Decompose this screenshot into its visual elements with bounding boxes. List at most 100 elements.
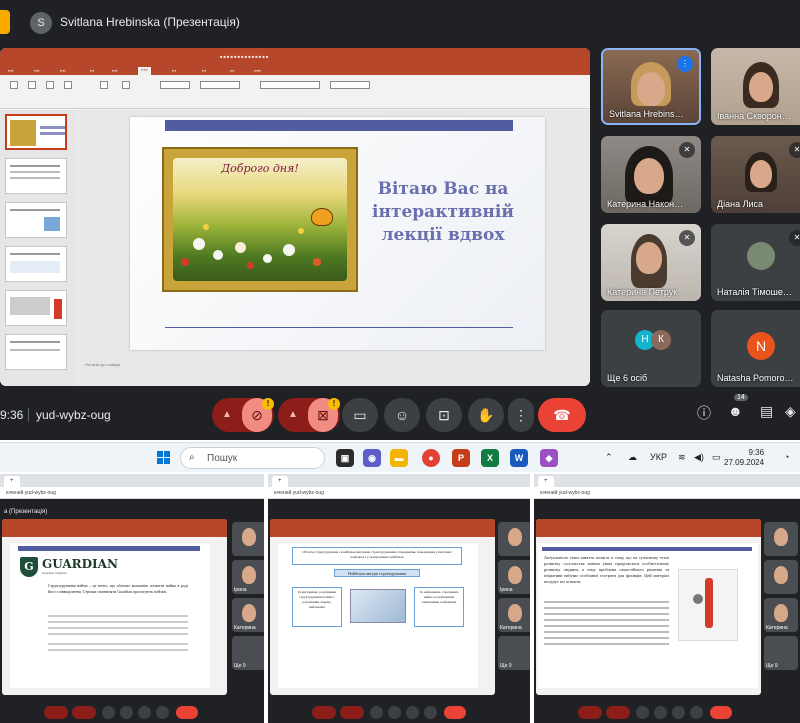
excel-icon[interactable]: X: [481, 449, 499, 467]
new-tab-button[interactable]: +: [4, 476, 20, 487]
present-button[interactable]: ⊡: [426, 398, 462, 432]
chrome-icon[interactable]: ●: [422, 449, 440, 467]
camera-toggle[interactable]: [606, 706, 630, 719]
reactions-button[interactable]: [388, 706, 401, 719]
new-tab-button[interactable]: +: [538, 476, 554, 487]
chevron-up-icon[interactable]: ⌃: [605, 452, 613, 463]
leave-call-button[interactable]: [710, 706, 732, 719]
mic-toggle[interactable]: [578, 706, 602, 719]
slide-thumbnail[interactable]: [5, 114, 67, 150]
taskbar-search[interactable]: ⌕ Пошук: [180, 447, 325, 469]
mic-toggle[interactable]: [312, 706, 336, 719]
more-options-button[interactable]: ⋮: [508, 398, 534, 432]
chat-icon[interactable]: ▤: [760, 403, 773, 420]
ribbon-dropdown[interactable]: [330, 81, 370, 89]
meet-side-handle[interactable]: [0, 10, 10, 34]
reactions-button[interactable]: [654, 706, 667, 719]
reactions-button[interactable]: [120, 706, 133, 719]
participant-tile[interactable]: [498, 522, 530, 556]
more-participants-tile[interactable]: Н К Ще 6 осіб: [601, 310, 701, 387]
ribbon-icon[interactable]: [100, 81, 108, 89]
present-button[interactable]: [406, 706, 419, 719]
captions-button[interactable]: [102, 706, 115, 719]
captions-button[interactable]: [636, 706, 649, 719]
people-button[interactable]: ☻ 14: [728, 394, 748, 419]
camera-toggle[interactable]: [72, 706, 96, 719]
ribbon-icon[interactable]: [122, 81, 130, 89]
participant-tile[interactable]: ✕ Катерина Након…: [601, 136, 701, 213]
present-button[interactable]: [672, 706, 685, 719]
onedrive-icon[interactable]: ☁: [628, 452, 637, 463]
activities-icon[interactable]: ◈: [785, 403, 796, 420]
notification-app-icon[interactable]: ◆: [540, 449, 558, 467]
mic-off-icon: ✕: [789, 142, 800, 158]
participant-tile[interactable]: Катерина: [498, 598, 530, 632]
leave-call-button[interactable]: ☎: [538, 398, 586, 432]
participant-tile[interactable]: N Natasha Pomoro…: [711, 310, 800, 387]
participant-tile[interactable]: [764, 560, 798, 594]
participant-tile[interactable]: ✕ Наталія Тімоше…: [711, 224, 800, 301]
chevron-up-icon[interactable]: ▲: [288, 398, 298, 432]
participant-tile[interactable]: ✕ Діана Лиса: [711, 136, 800, 213]
word-icon[interactable]: W: [510, 449, 528, 467]
slide-notes[interactable]: Нотатки до слайда: [85, 362, 120, 367]
more-participants-tile[interactable]: Ще 9: [232, 636, 264, 670]
ppt-ribbon[interactable]: [0, 75, 590, 109]
slide-thumbnails[interactable]: [0, 110, 75, 386]
raise-hand-button[interactable]: ✋: [468, 398, 504, 432]
raise-hand-button[interactable]: [424, 706, 437, 719]
participant-tile[interactable]: Катерина: [232, 598, 264, 632]
participant-tile[interactable]: Ірина: [232, 560, 264, 594]
new-tab-button[interactable]: +: [272, 476, 288, 487]
slide-thumbnail[interactable]: [5, 202, 67, 238]
powerpoint-icon[interactable]: P: [452, 449, 470, 467]
participant-tile[interactable]: Ірина: [498, 560, 530, 594]
leave-call-button[interactable]: [176, 706, 198, 719]
ribbon-icon[interactable]: [64, 81, 72, 89]
participant-tile[interactable]: Катерина: [764, 598, 798, 632]
chevron-up-icon[interactable]: ▲: [222, 398, 232, 432]
battery-icon[interactable]: ▭: [712, 452, 721, 463]
task-view-icon[interactable]: ▣: [336, 449, 354, 467]
taskbar-clock[interactable]: 9:36 27.09.2024: [724, 448, 764, 468]
mic-toggle[interactable]: [44, 706, 68, 719]
ribbon-dropdown[interactable]: [260, 81, 320, 89]
language-indicator[interactable]: УКР: [650, 452, 667, 462]
ribbon-dropdown[interactable]: [160, 81, 190, 89]
camera-toggle[interactable]: [340, 706, 364, 719]
participant-tile[interactable]: [232, 522, 264, 556]
participant-tile[interactable]: [764, 522, 798, 556]
ppt-menubar[interactable]: ▪▪▪▪ ▪▪▪▪ ▪▪▪▪ ▪▪▪ ▪▪▪▪ ▪▪▪▪▪ ▪▪▪ ▪▪▪ ▪▪▪ ▪▪▪▪▪: [0, 66, 590, 75]
more-participants-tile[interactable]: Ще 9: [764, 636, 798, 670]
participant-tile[interactable]: ⋮ Svitlana Hrebins…: [601, 48, 701, 125]
captions-button[interactable]: ▭: [342, 398, 378, 432]
captions-button[interactable]: [370, 706, 383, 719]
slide-thumbnail[interactable]: [5, 334, 67, 370]
ribbon-icon[interactable]: [10, 81, 18, 89]
slide-thumbnail[interactable]: [5, 246, 67, 282]
windows-start-icon[interactable]: [157, 451, 171, 465]
slide-thumbnail[interactable]: [5, 158, 67, 194]
info-icon[interactable]: ⓘ: [697, 403, 711, 423]
raise-hand-button[interactable]: [156, 706, 169, 719]
browser-address[interactable]: ючений yud-wybz-oug: [534, 487, 800, 499]
reactions-button[interactable]: ☺: [384, 398, 420, 432]
participant-tile[interactable]: ✕ Катерина Петрук: [601, 224, 701, 301]
browser-address[interactable]: ючений yud-wybz-oug: [268, 487, 530, 499]
ribbon-dropdown[interactable]: [200, 81, 240, 89]
slide-header-box: Об'єкти структурування є найбільш вигідн…: [292, 547, 462, 565]
raise-hand-button[interactable]: [690, 706, 703, 719]
browser-address[interactable]: ючений yud-wybz-oug: [0, 487, 264, 499]
ribbon-icon[interactable]: [28, 81, 36, 89]
ribbon-icon[interactable]: [46, 81, 54, 89]
chat-app-icon[interactable]: ◉: [363, 449, 381, 467]
volume-icon[interactable]: ◀): [694, 452, 704, 463]
file-explorer-icon[interactable]: ▬: [390, 449, 408, 467]
participant-tile[interactable]: Іванна Скворон…: [711, 48, 800, 125]
more-participants-tile[interactable]: Ще 9: [498, 636, 530, 670]
present-button[interactable]: [138, 706, 151, 719]
wifi-icon[interactable]: ≋: [678, 452, 686, 463]
slide-thumbnail[interactable]: [5, 290, 67, 326]
notifications-icon[interactable]: ◔: [784, 452, 789, 462]
leave-call-button[interactable]: [444, 706, 466, 719]
